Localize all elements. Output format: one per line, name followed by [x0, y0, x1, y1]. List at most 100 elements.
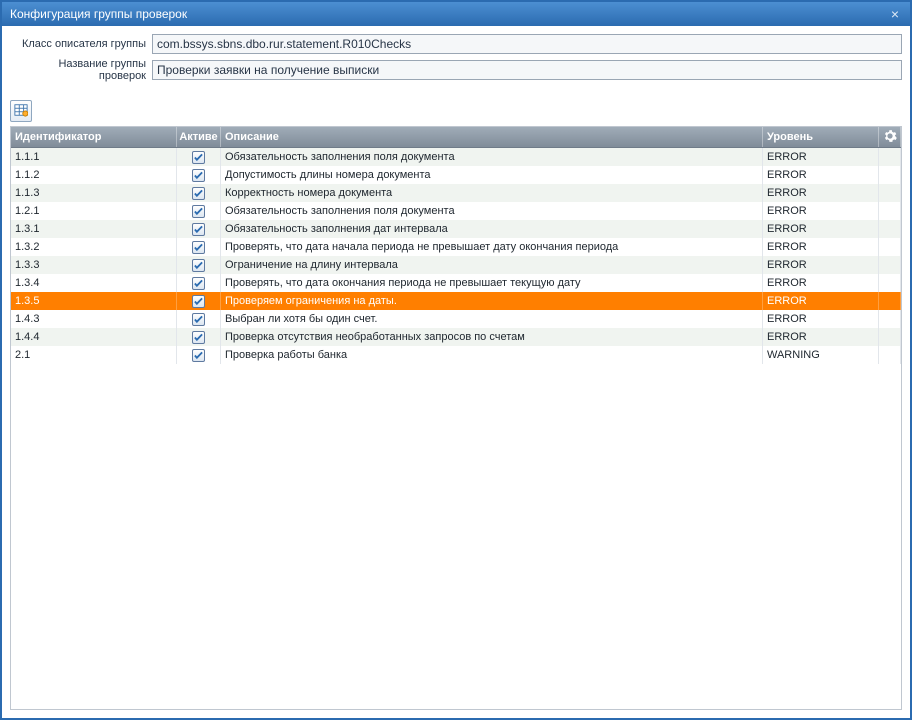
checkbox-icon[interactable]	[192, 223, 205, 236]
table-row[interactable]: 1.3.2Проверять, что дата начала периода …	[11, 238, 901, 256]
checkbox-icon[interactable]	[192, 349, 205, 362]
cell-id: 1.3.3	[11, 256, 177, 274]
checkbox-icon[interactable]	[192, 241, 205, 254]
cell-level: ERROR	[763, 184, 879, 202]
grid-header: Идентификатор Активе Описание Уровень	[11, 127, 901, 148]
name-input[interactable]: Проверки заявки на получение выписки	[152, 60, 902, 80]
cell-active[interactable]	[177, 346, 221, 364]
cell-id: 1.4.3	[11, 310, 177, 328]
cell-level: ERROR	[763, 310, 879, 328]
cell-desc: Проверяем ограничения на даты.	[221, 292, 763, 310]
form-row-name: Название группы проверок Проверки заявки…	[10, 58, 902, 82]
header-level[interactable]: Уровень	[763, 127, 879, 147]
checkbox-icon[interactable]	[192, 259, 205, 272]
class-label: Класс описателя группы	[10, 38, 152, 50]
cell-gear	[879, 328, 901, 346]
cell-gear	[879, 148, 901, 166]
cell-desc: Ограничение на длину интервала	[221, 256, 763, 274]
cell-active[interactable]	[177, 238, 221, 256]
checkbox-icon[interactable]	[192, 331, 205, 344]
checkbox-icon[interactable]	[192, 151, 205, 164]
cell-gear	[879, 274, 901, 292]
checkbox-icon[interactable]	[192, 187, 205, 200]
cell-active[interactable]	[177, 310, 221, 328]
table-row[interactable]: 1.1.3 Корректность номера документаERROR	[11, 184, 901, 202]
table-icon	[14, 103, 28, 120]
table-row[interactable]: 1.4.3 Выбран ли хотя бы один счет.ERROR	[11, 310, 901, 328]
cell-gear	[879, 202, 901, 220]
cell-level: ERROR	[763, 166, 879, 184]
cell-desc: Обязательность заполнения поля документа	[221, 148, 763, 166]
cell-desc: Проверять, что дата окончания периода не…	[221, 274, 763, 292]
cell-gear	[879, 310, 901, 328]
cell-active[interactable]	[177, 256, 221, 274]
window-title: Конфигурация группы проверок	[10, 7, 886, 21]
cell-desc: Допустимость длины номера документа	[221, 166, 763, 184]
table-row[interactable]: 1.3.3 Ограничение на длину интервалаERROR	[11, 256, 901, 274]
cell-active[interactable]	[177, 328, 221, 346]
cell-active[interactable]	[177, 292, 221, 310]
cell-level: ERROR	[763, 148, 879, 166]
checkbox-icon[interactable]	[192, 277, 205, 290]
cell-level: ERROR	[763, 220, 879, 238]
cell-level: ERROR	[763, 274, 879, 292]
header-id[interactable]: Идентификатор	[11, 127, 177, 147]
cell-id: 1.4.4	[11, 328, 177, 346]
table-row[interactable]: 1.2.1Обязательность заполнения поля доку…	[11, 202, 901, 220]
table-row[interactable]: 1.1.2 Допустимость длины номера документа…	[11, 166, 901, 184]
checkbox-icon[interactable]	[192, 313, 205, 326]
titlebar: Конфигурация группы проверок ×	[2, 2, 910, 26]
table-row[interactable]: 1.3.5Проверяем ограничения на даты.ERROR	[11, 292, 901, 310]
grid-tool-button[interactable]	[10, 100, 32, 122]
checkbox-icon[interactable]	[192, 295, 205, 308]
cell-desc: Проверять, что дата начала периода не пр…	[221, 238, 763, 256]
class-input[interactable]: com.bssys.sbns.dbo.rur.statement.R010Che…	[152, 34, 902, 54]
cell-id: 1.1.3	[11, 184, 177, 202]
header-active[interactable]: Активе	[177, 127, 221, 147]
cell-level: ERROR	[763, 256, 879, 274]
form-row-class: Класс описателя группы com.bssys.sbns.db…	[10, 34, 902, 54]
table-row[interactable]: 1.3.1Обязательность заполнения дат интер…	[11, 220, 901, 238]
checkbox-icon[interactable]	[192, 169, 205, 182]
cell-level: ERROR	[763, 202, 879, 220]
cell-id: 2.1	[11, 346, 177, 364]
header-desc[interactable]: Описание	[221, 127, 763, 147]
cell-desc: Выбран ли хотя бы один счет.	[221, 310, 763, 328]
cell-active[interactable]	[177, 148, 221, 166]
dialog-window: Конфигурация группы проверок × Класс опи…	[0, 0, 912, 720]
cell-level: ERROR	[763, 292, 879, 310]
cell-active[interactable]	[177, 220, 221, 238]
cell-id: 1.3.4	[11, 274, 177, 292]
cell-id: 1.1.1	[11, 148, 177, 166]
checkbox-icon[interactable]	[192, 205, 205, 218]
cell-active[interactable]	[177, 202, 221, 220]
cell-gear	[879, 346, 901, 364]
toolbar	[10, 100, 902, 122]
gear-icon	[883, 129, 897, 146]
close-icon[interactable]: ×	[886, 6, 904, 22]
cell-desc: Корректность номера документа	[221, 184, 763, 202]
table-row[interactable]: 1.1.1 Обязательность заполнения поля доку…	[11, 148, 901, 166]
cell-active[interactable]	[177, 184, 221, 202]
table-row[interactable]: 1.4.4 Проверка отсутствия необработанных …	[11, 328, 901, 346]
cell-gear	[879, 166, 901, 184]
cell-gear	[879, 256, 901, 274]
cell-id: 1.1.2	[11, 166, 177, 184]
cell-desc: Проверка отсутствия необработанных запро…	[221, 328, 763, 346]
cell-desc: Проверка работы банка	[221, 346, 763, 364]
cell-gear	[879, 238, 901, 256]
cell-active[interactable]	[177, 166, 221, 184]
cell-id: 1.3.1	[11, 220, 177, 238]
cell-active[interactable]	[177, 274, 221, 292]
header-settings[interactable]	[879, 127, 901, 147]
name-label: Название группы проверок	[10, 58, 152, 82]
grid-body[interactable]: 1.1.1 Обязательность заполнения поля доку…	[11, 148, 901, 709]
table-row[interactable]: 2.1 Проверка работы банкаWARNING	[11, 346, 901, 364]
cell-level: ERROR	[763, 238, 879, 256]
checks-grid: Идентификатор Активе Описание Уровень 1.…	[10, 126, 902, 710]
content-area: Класс описателя группы com.bssys.sbns.db…	[2, 26, 910, 718]
cell-id: 1.2.1	[11, 202, 177, 220]
cell-level: WARNING	[763, 346, 879, 364]
table-row[interactable]: 1.3.4 Проверять, что дата окончания перио…	[11, 274, 901, 292]
cell-gear	[879, 292, 901, 310]
